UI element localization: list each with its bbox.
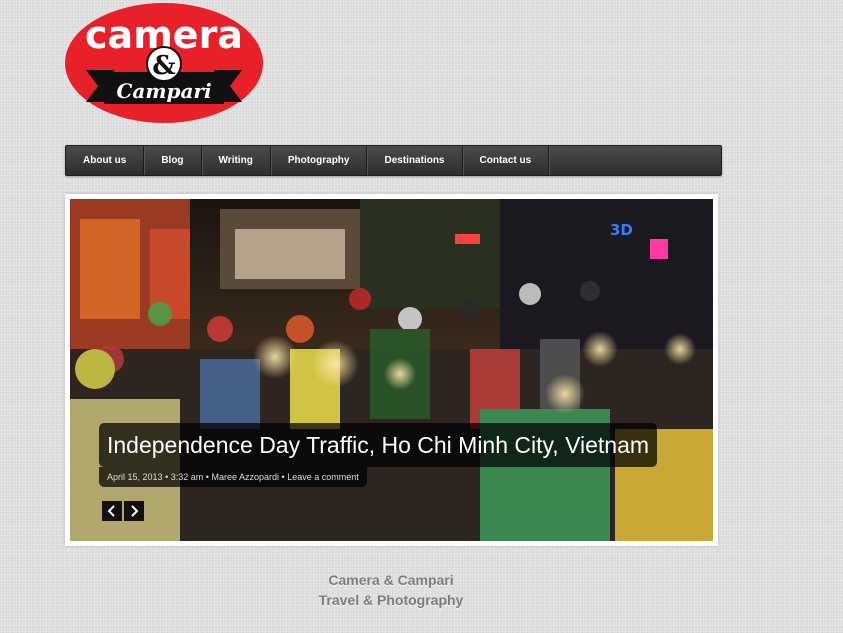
post-author[interactable]: Maree Azzopardi: [211, 472, 279, 482]
slide-meta: April 15, 2013 • 3:32 am • Maree Azzopar…: [99, 467, 367, 487]
meta-separator: •: [281, 472, 285, 482]
nav-item-destinations[interactable]: Destinations: [367, 146, 463, 175]
main-nav: About us Blog Writing Photography Destin…: [65, 145, 722, 176]
post-date[interactable]: April 15, 2013: [107, 472, 163, 482]
nav-item-about-us[interactable]: About us: [66, 146, 145, 175]
slider-next-button[interactable]: [124, 501, 144, 521]
nav-item-writing[interactable]: Writing: [202, 146, 271, 175]
featured-slider: 3D Independence Day Traffic, Ho Chi Minh…: [65, 194, 718, 546]
slider-arrows: [102, 501, 144, 521]
chevron-right-icon: [131, 505, 139, 517]
meta-separator: •: [165, 472, 169, 482]
slide-title[interactable]: Independence Day Traffic, Ho Chi Minh Ci…: [99, 423, 658, 467]
footer-site-name: Camera & Campari: [328, 572, 454, 588]
site-logo[interactable]: camera & Campari: [64, 2, 264, 124]
footer-tagline: Travel & Photography: [318, 592, 464, 608]
leave-comment-link[interactable]: Leave a comment: [287, 472, 359, 482]
nav-item-blog[interactable]: Blog: [144, 146, 202, 175]
meta-separator: •: [205, 472, 209, 482]
post-time: 3:32 am: [170, 472, 204, 482]
slider-prev-button[interactable]: [102, 501, 122, 521]
nav-item-contact-us[interactable]: Contact us: [463, 146, 550, 175]
store-sign: 3D: [610, 221, 633, 239]
nav-item-photography[interactable]: Photography: [271, 146, 368, 175]
chevron-left-icon: [107, 505, 115, 517]
logo-campari-text: Campari: [116, 79, 211, 103]
logo-ampersand: &: [152, 51, 175, 81]
slide-photo[interactable]: 3D Independence Day Traffic, Ho Chi Minh…: [70, 199, 713, 541]
